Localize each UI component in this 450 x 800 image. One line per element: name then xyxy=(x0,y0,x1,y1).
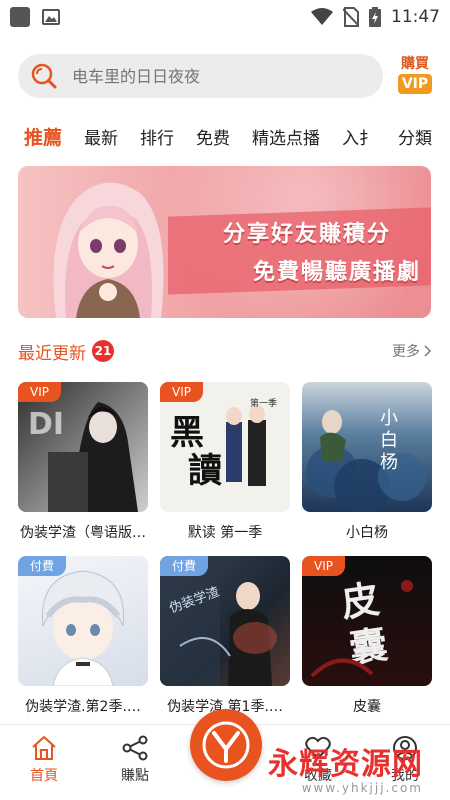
update-count-badge: 21 xyxy=(92,340,114,362)
audio-drama-card[interactable]: 皮 囊 VIP 皮囊 xyxy=(302,556,432,716)
nav-home[interactable]: 首頁 xyxy=(14,735,74,785)
search-row: 購買 VIP xyxy=(18,54,438,98)
nav-earn-points[interactable]: 賺點 xyxy=(105,735,165,785)
svg-text:杨: 杨 xyxy=(380,452,398,473)
audio-drama-card[interactable]: 伪装学渣 付費 伪装学渣.第1季.… xyxy=(160,556,290,716)
more-label: 更多 xyxy=(392,344,420,360)
svg-text:讀: 讀 xyxy=(188,451,222,491)
audio-drama-card[interactable]: 付費 伪装学渣.第2季.… xyxy=(18,556,148,716)
card-cover: DI VIP xyxy=(18,382,148,512)
tab-free[interactable]: 免费 xyxy=(196,124,230,149)
tab-categories[interactable]: 分類 xyxy=(398,124,432,149)
audio-drama-card[interactable]: 黑 讀 第一季 VIP 默读 第一季 xyxy=(160,382,290,542)
banner-line-1: 分享好友賺積分 xyxy=(222,222,391,247)
svg-text:第一季: 第一季 xyxy=(250,397,277,409)
status-time: 11:47 xyxy=(391,7,440,27)
buy-vip-bottom-label: VIP xyxy=(397,74,433,94)
tab-ranking[interactable]: 排行 xyxy=(140,124,174,149)
category-tabs: 推薦 最新 排行 免费 精选点播 入扌 分類 xyxy=(24,118,444,154)
audio-drama-card[interactable]: 小 白 杨 小白杨 xyxy=(302,382,432,542)
nav-label: 賺點 xyxy=(121,768,149,784)
home-icon xyxy=(32,736,56,760)
svg-text:白: 白 xyxy=(380,430,398,451)
battery-icon xyxy=(369,7,381,27)
vip-tag: VIP xyxy=(160,382,203,402)
tab-featured[interactable]: 精选点播 xyxy=(252,124,320,149)
status-bar: 11:47 xyxy=(0,0,450,34)
center-play-button[interactable] xyxy=(190,709,262,781)
banner-girl-illustration xyxy=(53,182,164,318)
vip-tag: VIP xyxy=(18,382,61,402)
card-cover: 伪装学渣 付費 xyxy=(160,556,290,686)
tab-latest[interactable]: 最新 xyxy=(84,124,118,149)
wifi-icon xyxy=(311,8,333,25)
svg-text:DI: DI xyxy=(28,407,64,442)
banner-line-2: 免費暢聽廣播劇 xyxy=(252,260,421,285)
buy-vip-top-label: 購買 xyxy=(401,56,429,72)
svg-text:小: 小 xyxy=(380,408,398,429)
cover-art: 小 白 杨 xyxy=(306,408,426,512)
section-title: 最近更新 xyxy=(18,343,86,364)
promo-banner[interactable]: 分享好友賺積分 免費暢聽廣播劇 xyxy=(18,166,431,318)
card-cover: 小 白 杨 xyxy=(302,382,432,512)
watermark-sub: www.yhkjjj.com xyxy=(301,781,423,795)
svg-text:皮: 皮 xyxy=(338,576,382,626)
tab-recommend[interactable]: 推薦 xyxy=(24,123,62,150)
logo-icon xyxy=(202,721,250,769)
no-sim-icon xyxy=(343,7,359,27)
card-cover: 皮 囊 VIP xyxy=(302,556,432,686)
search-icon xyxy=(31,63,57,89)
card-cover: 黑 讀 第一季 VIP xyxy=(160,382,290,512)
search-input[interactable] xyxy=(72,66,342,86)
share-icon xyxy=(122,735,148,761)
notification-square-icon xyxy=(10,7,30,27)
svg-text:黑: 黑 xyxy=(170,413,204,453)
card-title: 小白杨 xyxy=(346,525,388,541)
card-title: 伪装学渣.第2季.… xyxy=(25,699,141,715)
nav-label: 首頁 xyxy=(30,768,58,784)
recent-updates-header: 最近更新 21 更多 xyxy=(18,338,432,364)
watermark: 永辉资源网 www.yhkjjj.com xyxy=(268,739,423,795)
card-cover: 付費 xyxy=(18,556,148,686)
paid-tag: 付費 xyxy=(18,556,67,576)
buy-vip-button[interactable]: 購買 VIP xyxy=(395,56,435,96)
image-icon xyxy=(42,9,60,25)
tab-entry[interactable]: 入扌 xyxy=(342,124,376,149)
paid-tag: 付費 xyxy=(160,556,209,576)
audio-drama-card[interactable]: DI VIP 伪装学渣（粤语版… xyxy=(18,382,148,542)
watermark-main: 永辉资源网 xyxy=(268,747,423,782)
more-link[interactable]: 更多 xyxy=(392,341,432,361)
vip-tag: VIP xyxy=(302,556,345,576)
card-title: 伪装学渣（粤语版… xyxy=(20,525,146,541)
chevron-right-icon xyxy=(424,345,432,357)
card-title: 皮囊 xyxy=(353,699,381,715)
bottom-navigation: 首頁 賺點 收藏 我的 永辉资源网 www.yhkjjj.com xyxy=(0,709,450,800)
card-title: 默读 第一季 xyxy=(187,525,263,541)
search-box[interactable] xyxy=(18,54,383,98)
